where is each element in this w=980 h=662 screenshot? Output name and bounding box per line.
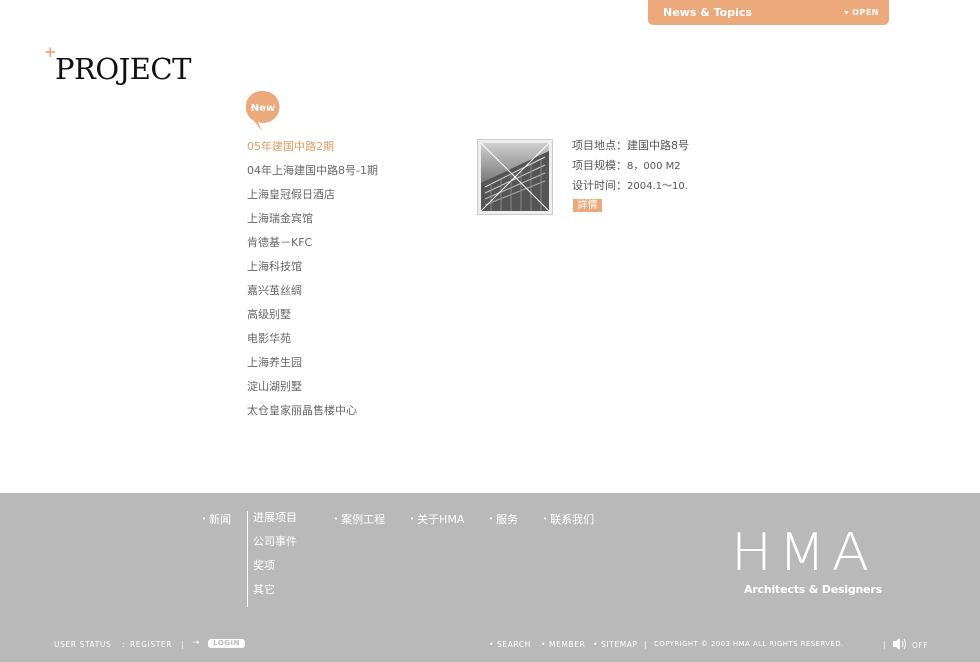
project-item[interactable]: 高级别墅: [247, 305, 467, 329]
footer-nav-label: 新闻: [209, 513, 232, 526]
location-label: 项目地点：: [572, 139, 627, 152]
hma-logo: HMA Architects & Designers: [731, 527, 891, 596]
bullet-icon: •: [202, 515, 207, 523]
register-link[interactable]: REGISTER: [130, 640, 172, 649]
footer-link-member[interactable]: • MEMBER: [541, 640, 585, 649]
project-page-title: + PROJECT: [44, 45, 204, 90]
status-separator: :: [122, 640, 126, 649]
footer-subnav: 进展项目 公司事件 奖项 其它: [247, 511, 297, 607]
footer-nav-cases[interactable]: • 案例工程: [334, 511, 385, 527]
detail-location: 项目地点：建国中路8号: [572, 138, 689, 158]
footer-nav-label: 案例工程: [341, 513, 386, 526]
bullet-icon: •: [543, 515, 548, 523]
building-photo-icon: [480, 142, 550, 212]
bullet-icon: •: [410, 515, 415, 523]
footer-link-search[interactable]: • SEARCH: [489, 640, 531, 649]
search-link-label: SEARCH: [497, 640, 531, 649]
footer-link-sitemap[interactable]: • SITEMAP: [593, 640, 638, 649]
detail-scale: 项目规模：8，000 M2: [572, 158, 689, 178]
project-item[interactable]: 04年上海建国中路8号-1期: [247, 161, 467, 185]
project-thumbnail[interactable]: [477, 139, 553, 215]
footer-subnav-other[interactable]: 其它: [253, 583, 297, 607]
footer-nav-progress[interactable]: 进展项目: [253, 511, 297, 535]
scale-value: 8，000 M2: [627, 161, 681, 172]
footer-subnav-events[interactable]: 公司事件: [253, 535, 297, 559]
new-badge-icon: New: [246, 90, 280, 131]
page-title: PROJECT: [55, 52, 191, 86]
details-button[interactable]: 詳情: [573, 199, 602, 212]
news-topics-label: News & Topics: [663, 6, 752, 19]
project-item[interactable]: 肯德基－KFC: [247, 233, 467, 257]
time-value: 2004.1～10.: [627, 181, 688, 192]
footer-subnav-awards[interactable]: 奖项: [253, 559, 297, 583]
project-details: 项目地点：建国中路8号 项目规模：8，000 M2 设计时间：2004.1～10…: [572, 138, 689, 198]
sound-status[interactable]: OFF: [912, 641, 928, 650]
hma-tagline: Architects & Designers: [744, 583, 883, 596]
footer-nav-news[interactable]: • 新闻: [202, 511, 231, 527]
copyright: COPYRIGHT © 2003 HMA ALL RIGHTS RESERVED…: [654, 640, 844, 648]
footer-nav-label: 联系我们: [550, 513, 595, 526]
footer-nav-service[interactable]: • 服务: [489, 511, 518, 527]
project-list: 05年建国中路2期 04年上海建国中路8号-1期 上海皇冠假日酒店 上海瑞金宾馆…: [247, 137, 467, 425]
login-button[interactable]: LOGIN: [208, 639, 245, 648]
project-item[interactable]: 上海瑞金宾馆: [247, 209, 467, 233]
footer-nav-label: 服务: [496, 513, 519, 526]
footer-nav-label: 关于HMA: [417, 513, 465, 526]
project-item[interactable]: 05年建国中路2期: [247, 137, 467, 161]
footer-nav-about[interactable]: • 关于HMA: [410, 511, 464, 527]
footer: • 新闻 进展项目 公司事件 奖项 其它 • 案例工程 • 关于HMA • 服务 • 联系…: [0, 493, 980, 662]
project-item[interactable]: 电影华苑: [247, 329, 467, 353]
separator: |: [181, 640, 185, 649]
sitemap-link-label: SITEMAP: [601, 640, 638, 649]
member-link-label: MEMBER: [549, 640, 586, 649]
project-item[interactable]: 嘉兴茧丝绸: [247, 281, 467, 305]
separator: |: [644, 640, 648, 649]
open-label: OPEN: [852, 8, 879, 17]
detail-time: 设计时间：2004.1～10.: [572, 178, 689, 198]
separator: |: [883, 640, 887, 649]
project-item[interactable]: 太仓皇家丽晶售楼中心: [247, 401, 467, 425]
new-badge-label: New: [251, 103, 275, 114]
scale-label: 项目规模：: [572, 159, 627, 172]
time-label: 设计时间：: [572, 179, 627, 192]
news-open-button[interactable]: ▾ OPEN: [844, 8, 879, 17]
footer-nav-contact[interactable]: • 联系我们: [543, 511, 594, 527]
hma-logo-text: HMA: [731, 523, 876, 583]
project-item[interactable]: 上海科技馆: [247, 257, 467, 281]
speaker-icon[interactable]: [892, 637, 908, 651]
bullet-icon: •: [334, 515, 339, 523]
bullet-icon: •: [489, 515, 494, 523]
project-item[interactable]: 上海皇冠假日酒店: [247, 185, 467, 209]
project-item[interactable]: 上海养生园: [247, 353, 467, 377]
user-status-label: USER STATUS: [54, 640, 112, 649]
news-topics-tab[interactable]: News & Topics ▾ OPEN: [648, 0, 889, 25]
arrow-right-icon: →: [192, 638, 201, 648]
location-value: 建国中路8号: [627, 139, 689, 152]
chevron-down-icon: ▾: [844, 8, 849, 17]
project-item[interactable]: 淀山湖别墅: [247, 377, 467, 401]
